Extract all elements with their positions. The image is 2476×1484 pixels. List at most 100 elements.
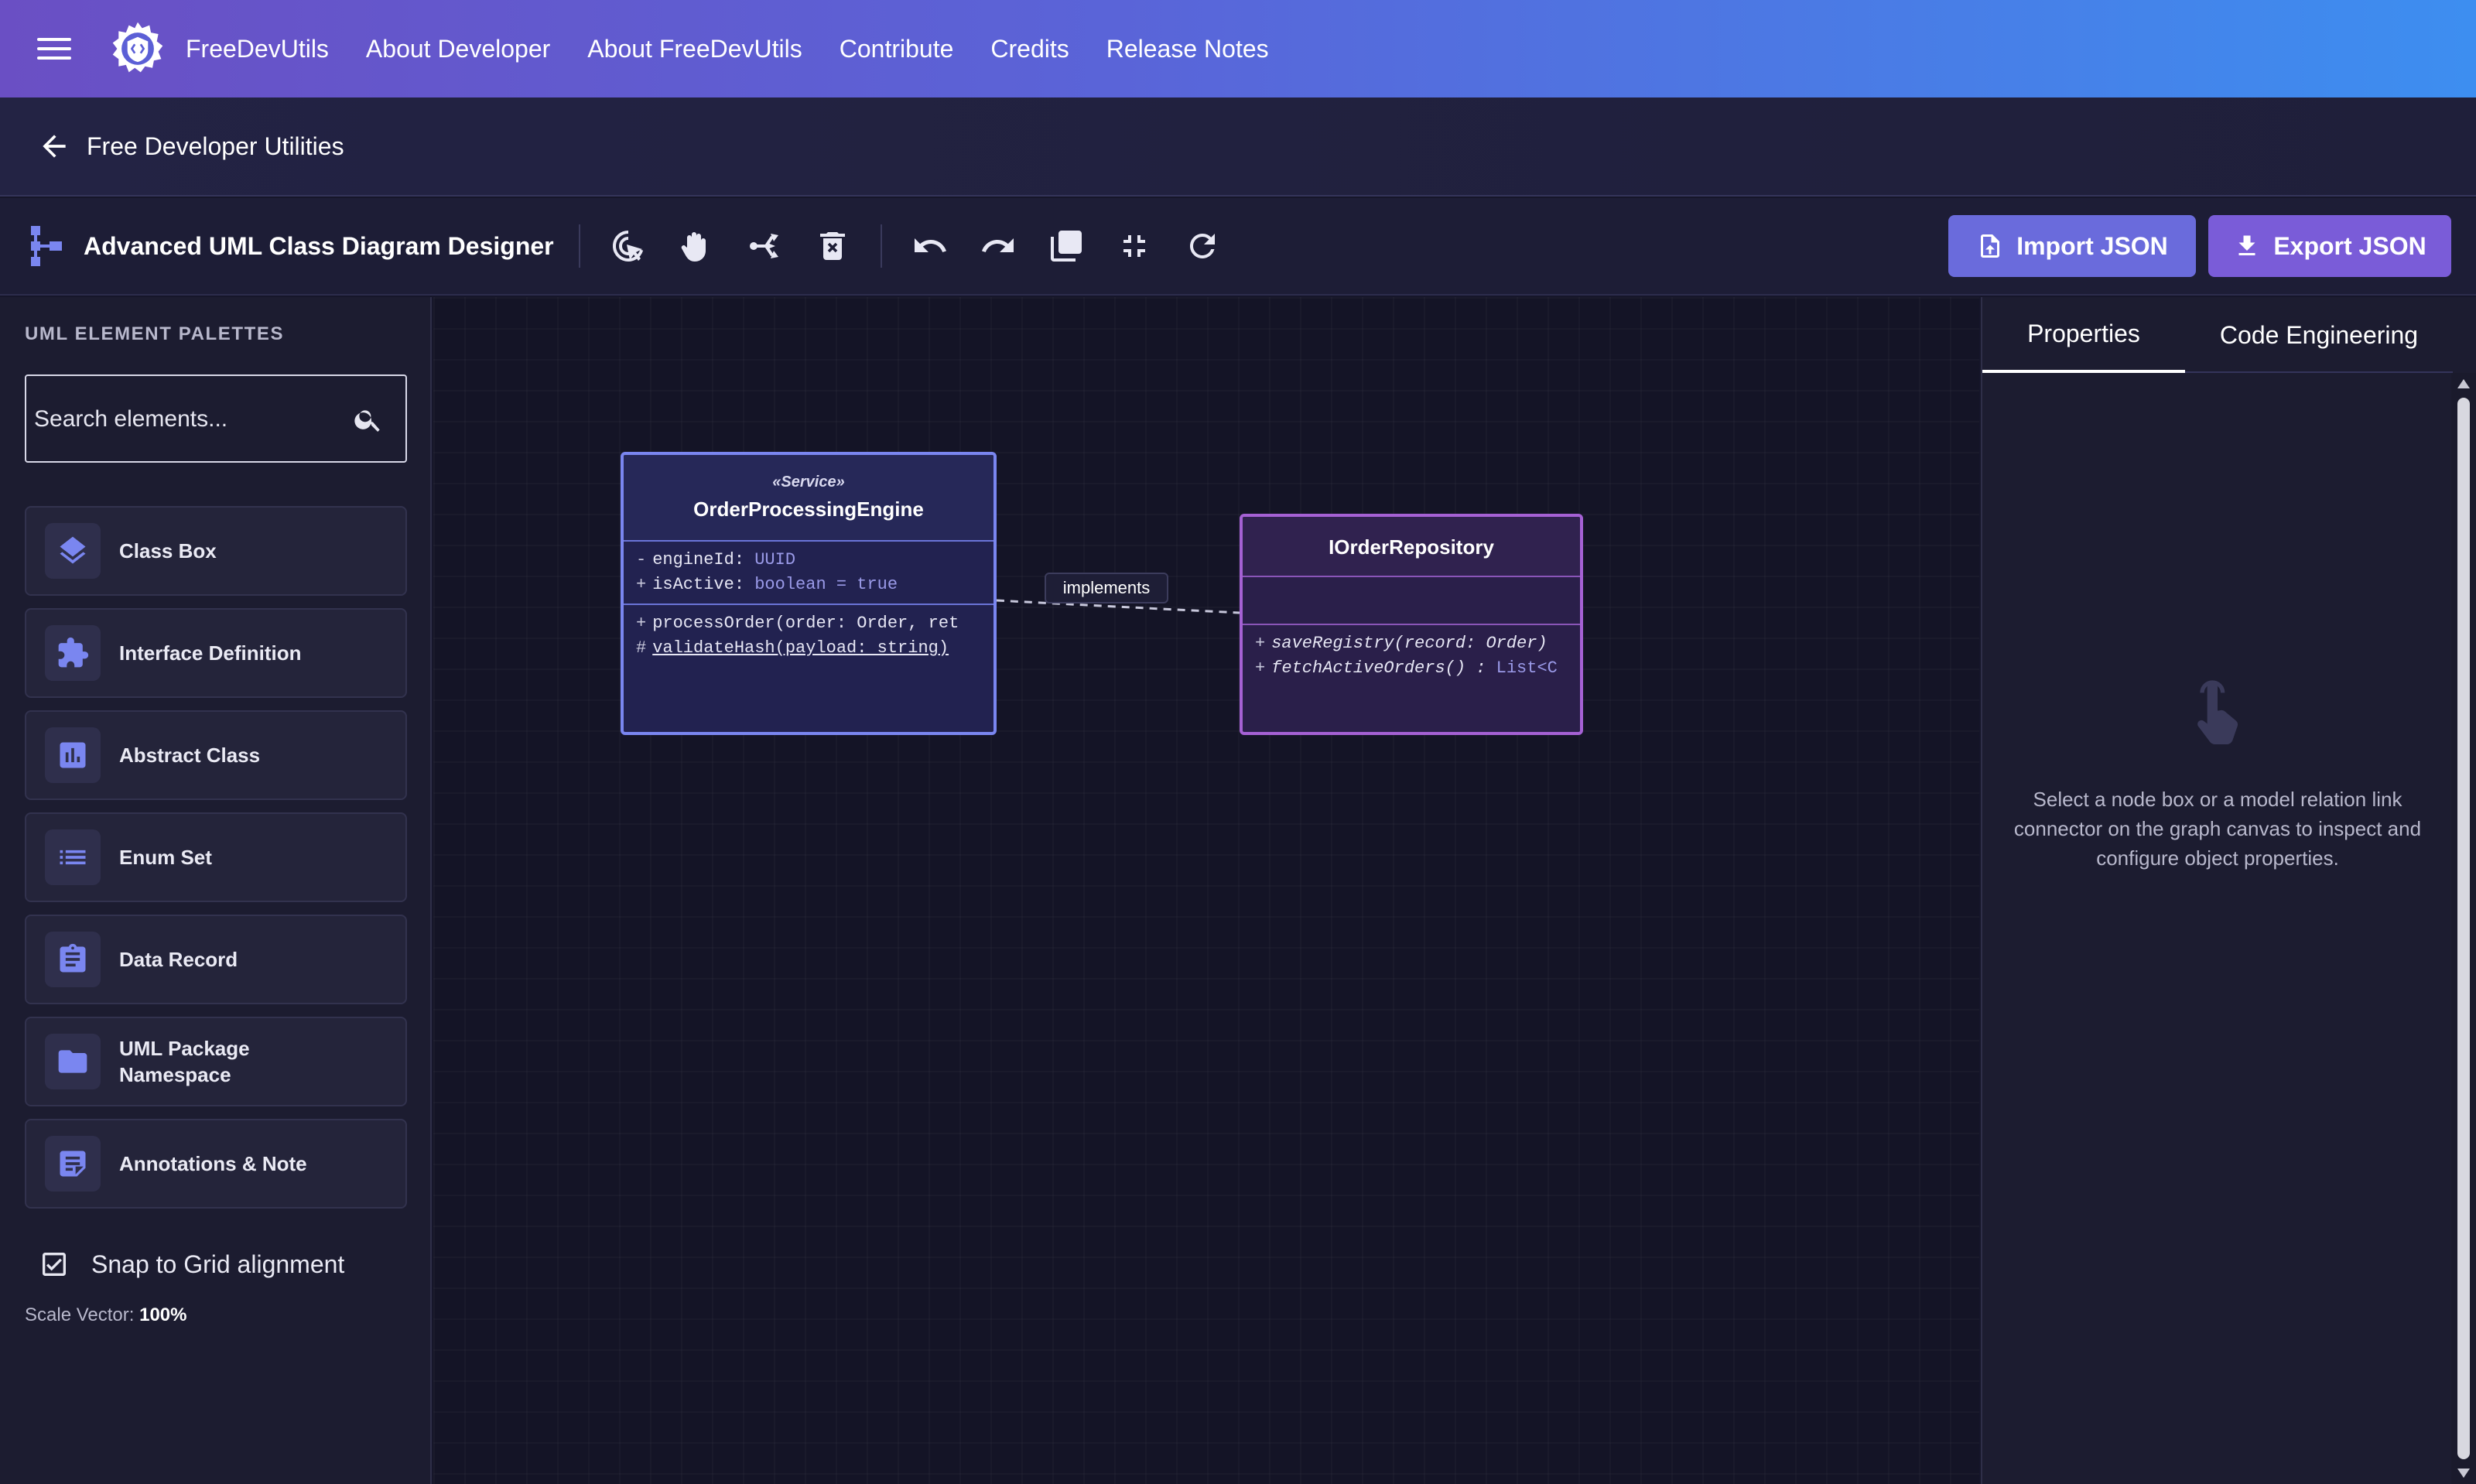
class-name: IOrderRepository xyxy=(1329,535,1494,559)
palette-label: UML Package Namespace xyxy=(119,1037,250,1086)
checkbox-checked-icon[interactable] xyxy=(39,1249,70,1280)
redo-icon xyxy=(981,238,1014,252)
scroll-up-arrow-icon[interactable] xyxy=(2456,376,2471,392)
import-json-label: Import JSON xyxy=(2016,231,2168,260)
palette-label: Data Record xyxy=(119,948,238,971)
reset-button[interactable] xyxy=(1176,220,1229,272)
palette-class-box[interactable]: Class Box xyxy=(25,506,407,596)
attribute-type: boolean = true xyxy=(754,575,898,594)
clipboard-icon xyxy=(45,932,101,987)
puzzle-icon xyxy=(45,625,101,681)
attribute-name: isActive: xyxy=(652,575,745,594)
palette-label: Interface Definition xyxy=(119,641,302,665)
nav-about-developer[interactable]: About Developer xyxy=(366,35,550,63)
freedevutils-logo[interactable] xyxy=(108,19,167,78)
connector-tool-button[interactable] xyxy=(738,220,791,272)
undo-button[interactable] xyxy=(904,220,956,272)
reset-icon xyxy=(1189,233,1215,258)
scroll-down-arrow-icon[interactable] xyxy=(2456,1465,2471,1481)
duplicate-icon xyxy=(1050,231,1082,262)
export-json-label: Export JSON xyxy=(2273,231,2426,260)
method-row: # validateHash(payload: string) xyxy=(636,636,981,661)
download-icon xyxy=(2238,235,2255,255)
import-json-button[interactable]: Import JSON xyxy=(1948,215,2196,277)
fit-screen-button[interactable] xyxy=(1108,220,1161,272)
nav-contribute[interactable]: Contribute xyxy=(840,35,954,63)
brand-name[interactable]: FreeDevUtils xyxy=(186,35,329,63)
method-row: + saveRegistry(record: Order) xyxy=(1255,631,1568,656)
scale-label: Scale Vector: xyxy=(25,1304,135,1325)
visibility-marker: - xyxy=(636,550,647,569)
toolbar-actions: Import JSON Export JSON xyxy=(1948,215,2451,277)
tab-properties[interactable]: Properties xyxy=(1982,297,2185,373)
pan-hand-icon xyxy=(681,232,706,262)
duplicate-button[interactable] xyxy=(1040,220,1093,272)
nav-credits[interactable]: Credits xyxy=(990,35,1069,63)
hamburger-menu-icon[interactable] xyxy=(37,38,71,60)
method-row: + processOrder(order: Order, ret xyxy=(636,611,981,636)
snap-to-grid-label: Snap to Grid alignment xyxy=(91,1250,345,1278)
redo-button[interactable] xyxy=(972,220,1024,272)
visibility-marker: + xyxy=(1255,658,1266,678)
search-icon[interactable] xyxy=(353,404,384,435)
edge-label[interactable]: implements xyxy=(1045,573,1168,604)
panel-scrollbar[interactable] xyxy=(2451,373,2476,1484)
layers-icon xyxy=(45,523,101,579)
empty-state: Select a node box or a model relation li… xyxy=(2013,676,2422,873)
methods-section: + saveRegistry(record: Order) + fetchActiv… xyxy=(1243,625,1580,687)
method-signature: validateHash(payload: string) xyxy=(652,638,949,658)
folder-icon xyxy=(45,1034,101,1089)
method-signature: saveRegistry(record: Order) xyxy=(1271,634,1548,653)
method-signature: fetchActiveOrders() : xyxy=(1271,658,1486,678)
palette-enum-set[interactable]: Enum Set xyxy=(25,812,407,902)
palette-interface-definition[interactable]: Interface Definition xyxy=(25,608,407,698)
inspector-tabs: Properties Code Engineering xyxy=(1982,297,2453,373)
delete-button[interactable] xyxy=(806,220,859,272)
touch-tap-icon xyxy=(2197,680,2238,744)
nav-release-notes[interactable]: Release Notes xyxy=(1106,35,1269,63)
attribute-row: - engineId: UUID xyxy=(636,548,981,573)
interface-node-iorderrepository[interactable]: IOrderRepository + saveRegistry(record: O… xyxy=(1240,514,1583,735)
uml-diagram-icon xyxy=(31,226,62,266)
export-json-button[interactable]: Export JSON xyxy=(2208,215,2451,277)
attributes-section xyxy=(1243,577,1580,625)
select-tool-button[interactable] xyxy=(602,220,655,272)
fit-screen-icon xyxy=(1123,235,1145,257)
search-input[interactable] xyxy=(34,401,344,438)
palette-label: Abstract Class xyxy=(119,744,261,767)
palette-heading: UML ELEMENT PALETTES xyxy=(25,323,285,344)
palette-label: Enum Set xyxy=(119,846,212,869)
attributes-section: - engineId: UUID + isActive: boolean = tru… xyxy=(624,542,993,605)
palette-label: Annotations & Note xyxy=(119,1152,307,1175)
visibility-marker: + xyxy=(1255,634,1266,653)
stereotype-label: «Service» xyxy=(772,474,845,491)
scrollbar-thumb[interactable] xyxy=(2457,398,2470,1459)
top-navbar: FreeDevUtils About Developer About FreeD… xyxy=(0,0,2476,97)
search-box xyxy=(25,374,407,463)
app-title: Advanced UML Class Diagram Designer xyxy=(84,231,554,260)
methods-section: + processOrder(order: Order, ret # validat… xyxy=(624,605,993,667)
breadcrumb-title[interactable]: Free Developer Utilities xyxy=(87,132,344,161)
snap-to-grid-checkbox[interactable]: Snap to Grid alignment xyxy=(39,1249,344,1280)
visibility-marker: # xyxy=(636,638,647,658)
class-name: OrderProcessingEngine xyxy=(693,498,924,521)
palette-abstract-class[interactable]: Abstract Class xyxy=(25,710,407,800)
select-icon xyxy=(612,231,643,262)
tab-code-engineering[interactable]: Code Engineering xyxy=(2185,297,2453,373)
connector-icon xyxy=(749,234,778,258)
palette-uml-package-namespace[interactable]: UML Package Namespace xyxy=(25,1017,407,1106)
nav-about-freedevutils[interactable]: About FreeDevUtils xyxy=(587,35,802,63)
pan-tool-button[interactable] xyxy=(670,220,723,272)
class-node-orderprocessingengine[interactable]: «Service» OrderProcessingEngine - engineI… xyxy=(621,452,997,735)
attribute-type: UUID xyxy=(754,550,796,569)
method-signature: processOrder(order: Order, ret xyxy=(652,614,959,633)
palette-annotations-note[interactable]: Annotations & Note xyxy=(25,1119,407,1209)
method-return-type: List<C xyxy=(1496,658,1558,678)
palette-data-record[interactable]: Data Record xyxy=(25,915,407,1004)
note-icon xyxy=(45,1136,101,1192)
diagram-canvas[interactable]: implements «Service» OrderProcessingEngi… xyxy=(433,297,1979,1484)
scale-value: 100% xyxy=(139,1304,187,1325)
arrow-back-icon[interactable] xyxy=(37,129,71,163)
designer-toolbar: Advanced UML Class Diagram Designer Impo… xyxy=(0,198,2476,296)
attribute-name: engineId: xyxy=(652,550,745,569)
